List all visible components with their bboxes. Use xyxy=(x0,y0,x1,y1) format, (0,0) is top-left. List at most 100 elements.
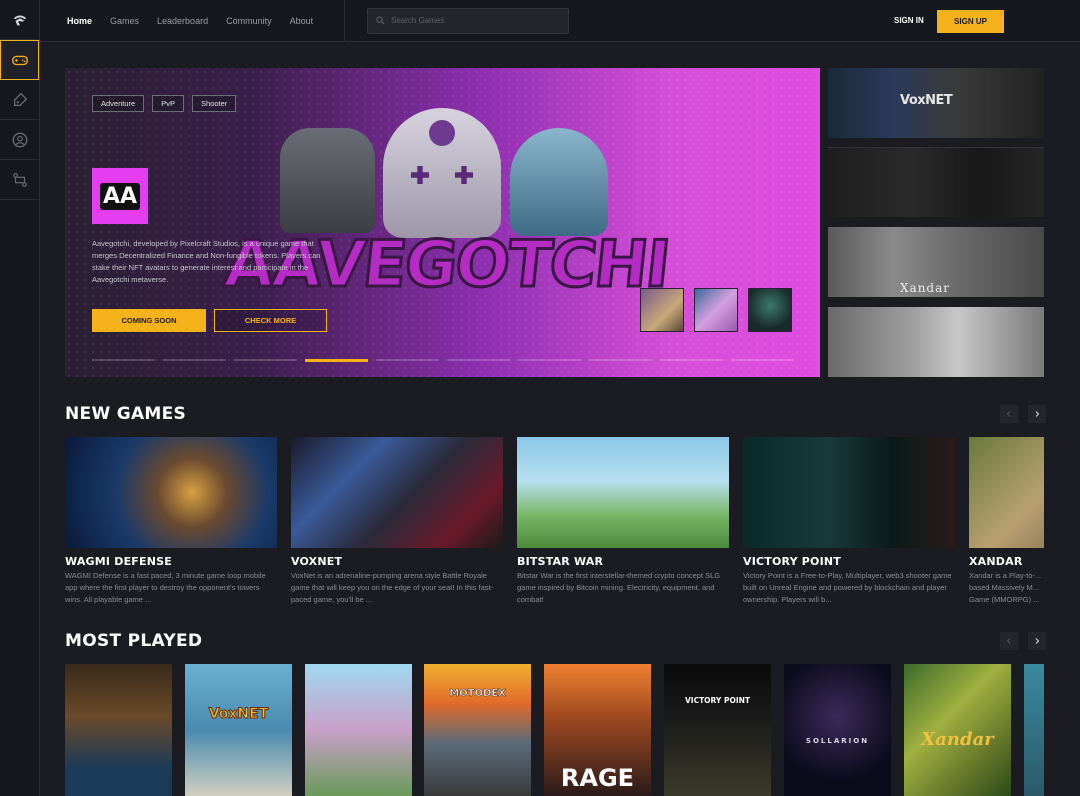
most-played-poster[interactable] xyxy=(1024,664,1044,796)
chevron-right-icon xyxy=(1035,411,1040,417)
search-input[interactable] xyxy=(391,16,561,25)
side-preview-bitstar-war[interactable] xyxy=(828,307,1044,377)
game-card-victory-point[interactable]: VICTORY POINT Victory Point is a Free-to… xyxy=(743,437,955,606)
new-games-arrows xyxy=(1000,405,1046,423)
left-rail xyxy=(0,0,40,796)
next-button[interactable] xyxy=(1028,632,1046,650)
hero-ghost-character xyxy=(383,108,501,238)
game-card-title: XANDAR xyxy=(969,555,1023,568)
slide-indicator[interactable] xyxy=(589,359,652,361)
slide-indicator[interactable] xyxy=(731,359,794,361)
game-card-bitstar-war[interactable]: BITSTAR WAR Bitstar War is the first int… xyxy=(517,437,729,606)
slide-indicator[interactable] xyxy=(518,359,581,361)
side-preview-label: Xandar xyxy=(900,281,950,295)
hero-description: Aavegotchi, developed by Pixelcraft Stud… xyxy=(92,239,321,284)
side-preview-voxnet[interactable]: VoxNET xyxy=(828,68,1044,138)
most-played-poster-voxnet[interactable]: VoxNET xyxy=(185,664,292,796)
chevron-left-icon xyxy=(1006,411,1011,417)
sign-up-button[interactable]: SIGN UP xyxy=(937,10,1004,33)
nav-games[interactable]: Games xyxy=(110,16,139,26)
rail-profile[interactable] xyxy=(0,120,39,160)
slide-indicator[interactable] xyxy=(376,359,439,361)
nav-about[interactable]: About xyxy=(290,16,314,26)
game-card-title: VICTORY POINT xyxy=(743,555,842,568)
game-card-description: Bitstar War is the first interstellar-th… xyxy=(517,571,721,604)
side-preview-xandar[interactable]: Xandar xyxy=(828,227,1044,297)
slide-indicator-active[interactable] xyxy=(305,359,368,362)
game-card-title: BITSTAR WAR xyxy=(517,555,604,568)
most-played-poster-victory-point[interactable]: VICTORY POINT xyxy=(664,664,771,796)
slide-indicator[interactable] xyxy=(660,359,723,361)
app-logo[interactable] xyxy=(0,0,39,40)
tag-pvp[interactable]: PvP xyxy=(152,95,184,112)
hero-thumbnail[interactable] xyxy=(640,288,684,332)
game-card-wagmi-defense[interactable]: WAGMI DEFENSE WAGMI Defense is a fast pa… xyxy=(65,437,277,606)
hero-astronaut-character xyxy=(510,128,608,236)
nav-home[interactable]: Home xyxy=(67,16,92,26)
side-preview-victory-point[interactable] xyxy=(828,147,1044,217)
gamepad-icon xyxy=(11,55,28,66)
hero-thumbnails xyxy=(640,288,792,332)
game-card-image xyxy=(969,437,1044,548)
prev-button[interactable] xyxy=(1000,632,1018,650)
game-card-voxnet[interactable]: VOXNET VoxNet is an adrenaline-pumping a… xyxy=(291,437,503,606)
marketplace-tag-icon xyxy=(13,92,27,106)
most-played-heading: MOST PLAYED xyxy=(65,631,203,651)
poster-label: SOLLARION xyxy=(805,737,870,745)
most-played-arrows xyxy=(1000,632,1046,650)
search-icon xyxy=(376,16,385,25)
game-card-image xyxy=(291,437,503,548)
hero-thumbnail[interactable] xyxy=(694,288,738,332)
hero-thumbnail[interactable] xyxy=(748,288,792,332)
most-played-poster[interactable] xyxy=(65,664,172,796)
prev-button[interactable] xyxy=(1000,405,1018,423)
chevron-right-icon xyxy=(1035,638,1040,644)
most-played-poster-motodex[interactable]: MOTODEX xyxy=(424,664,531,796)
most-played-poster-sollarion[interactable]: SOLLARION xyxy=(784,664,891,796)
nav-community[interactable]: Community xyxy=(226,16,272,26)
slide-indicator[interactable] xyxy=(92,359,155,361)
side-preview-label: VoxNET xyxy=(900,93,953,108)
game-card-description: WAGMI Defense is a fast paced, 3 minute … xyxy=(65,571,266,604)
game-card-description: VoxNet is an adrenaline-pumping arena st… xyxy=(291,571,494,604)
tag-shooter[interactable]: Shooter xyxy=(191,95,237,112)
poster-label: RAGE xyxy=(560,764,635,792)
search-box[interactable] xyxy=(367,7,569,34)
poster-label: Xandar xyxy=(921,729,994,750)
game-card-image xyxy=(743,437,955,548)
rail-games[interactable] xyxy=(0,40,39,80)
chevron-left-icon xyxy=(1006,638,1011,644)
tag-adventure[interactable]: Adventure xyxy=(92,95,145,112)
slide-indicators xyxy=(92,359,794,362)
sign-in-link[interactable]: SIGN IN xyxy=(894,16,924,25)
slide-indicator[interactable] xyxy=(234,359,297,361)
most-played-poster-xandar[interactable]: Xandar xyxy=(904,664,1011,796)
transfer-icon xyxy=(12,172,27,187)
coming-soon-button[interactable]: COMING SOON xyxy=(92,309,206,332)
new-games-heading: NEW GAMES xyxy=(65,404,187,424)
poster-label: VoxNET xyxy=(208,706,269,723)
genre-tags: Adventure PvP Shooter xyxy=(92,95,237,112)
profile-icon xyxy=(12,132,27,147)
game-logo: AA xyxy=(92,168,148,224)
game-card-xandar[interactable]: XANDAR Xandar is a Play-to-... based Mas… xyxy=(969,437,1044,606)
game-card-description: Victory Point is a Free-to-Play, Multipl… xyxy=(743,571,952,604)
game-logo-text: AA xyxy=(99,182,141,210)
nav-leaderboard[interactable]: Leaderboard xyxy=(157,16,208,26)
rail-transfer[interactable] xyxy=(0,160,39,200)
hero-banner[interactable]: AAVEGOTCHI Adventure PvP Shooter AA Aave… xyxy=(65,68,820,377)
slide-indicator[interactable] xyxy=(447,359,510,361)
game-card-title: VOXNET xyxy=(291,555,343,568)
rail-marketplace[interactable] xyxy=(0,80,39,120)
slide-indicator[interactable] xyxy=(163,359,226,361)
game-card-title: WAGMI DEFENSE xyxy=(65,555,172,568)
most-played-poster-rage[interactable]: RAGE xyxy=(544,664,651,796)
game-card-image xyxy=(65,437,277,548)
check-more-button[interactable]: CHECK MORE xyxy=(214,309,327,332)
nav-links: Home Games Leaderboard Community About xyxy=(40,0,345,41)
most-played-poster-bitstar[interactable] xyxy=(305,664,412,796)
poster-label: MOTODEX xyxy=(449,688,506,700)
next-button[interactable] xyxy=(1028,405,1046,423)
brand-logo-icon xyxy=(13,15,26,25)
game-card-description: Xandar is a Play-to-... based Massively … xyxy=(969,571,1042,604)
